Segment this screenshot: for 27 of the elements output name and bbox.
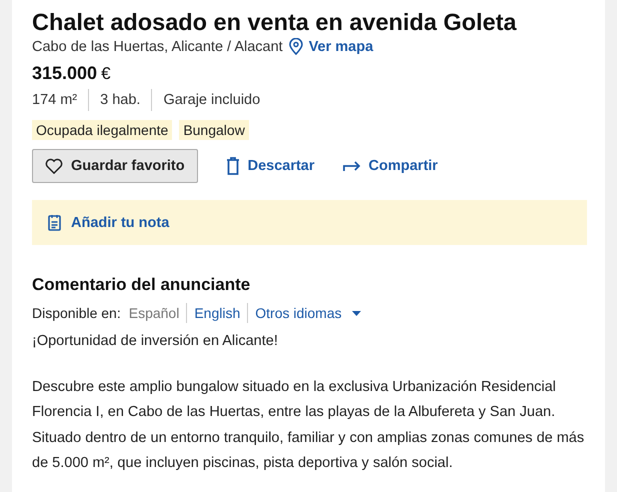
available-label: Disponible en: (32, 305, 121, 321)
feature-text: Garaje incluido (151, 89, 272, 111)
map-link[interactable]: Ver mapa (308, 38, 374, 54)
tag: Bungalow (179, 120, 249, 140)
currency: € (101, 64, 111, 84)
arrow-icon (342, 160, 361, 172)
save-favorite-button[interactable]: Guardar favorito (32, 149, 198, 183)
section-heading: Comentario del anunciante (32, 275, 252, 295)
notepad-icon (48, 214, 61, 231)
language-option[interactable]: Otros idiomas (247, 303, 368, 323)
feature-text: 3 hab. (88, 89, 152, 111)
heart-icon (45, 158, 63, 174)
description-paragraph: Descubre este amplio bungalow situado en la exclusiva Urbanización Residencial Florencia I, en Cabo de las Huertas, entre las playas de la Albufereta y San Juan. Situado dentro de un entorno tranquilo, familiar y con amplias zonas comunes de más de 5.000 m², que incluyen piscinas, pista deportiva y salón social. (32, 378, 586, 473)
caret-icon (352, 310, 361, 316)
feature-text: 174 m² (32, 91, 78, 110)
add-note-link[interactable]: Añadir tu nota (71, 214, 170, 230)
location-pin-icon (288, 38, 303, 55)
listing-title: Chalet adosado en venta en avenida Goleta (32, 8, 518, 36)
tag: Ocupada ilegalmente (32, 120, 172, 140)
description-paragraph: ¡Oportunidad de inversión en Alicante! (32, 332, 279, 351)
discard-button[interactable]: Descartar (226, 157, 315, 175)
language-option[interactable]: English (186, 303, 248, 323)
language-option[interactable]: Español (128, 303, 186, 323)
price: 315.000 (32, 63, 98, 84)
share-button[interactable]: Compartir (342, 158, 438, 174)
address: Cabo de las Huertas, Alicante / Alacant (32, 38, 283, 54)
trash-icon (226, 157, 240, 175)
